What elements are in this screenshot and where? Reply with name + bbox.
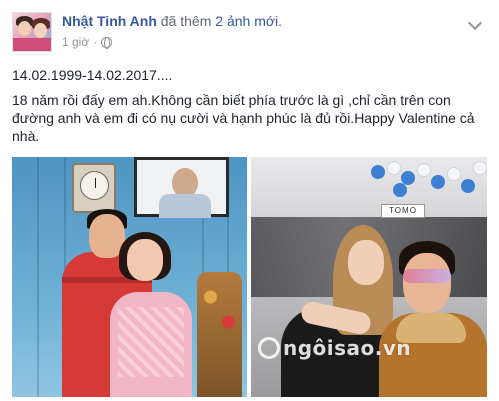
- post-header: Nhật Tinh Anh đã thêm 2 ảnh mới.: [62, 13, 282, 29]
- balloon: [431, 175, 445, 189]
- chevron-down-icon[interactable]: [467, 15, 483, 31]
- facebook-post: Nhật Tinh Anh đã thêm 2 ảnh mới. 1 giờ ·…: [0, 0, 499, 401]
- balloon: [393, 183, 407, 197]
- balloon: [387, 161, 401, 175]
- woman-face: [348, 240, 384, 285]
- wall-poster: [134, 157, 229, 218]
- post-dates-line: 14.02.1999-14.02.2017....: [12, 67, 173, 83]
- avatar-face: [18, 21, 31, 36]
- post-timestamp-link[interactable]: 1 giờ: [62, 35, 89, 49]
- meta-separator: ·: [93, 35, 98, 49]
- wall-clock: [72, 163, 116, 213]
- clock-face: [80, 171, 109, 200]
- wall-plank: [37, 157, 39, 397]
- flower-bouquet: [197, 272, 242, 397]
- clock-hand: [95, 178, 96, 188]
- watermark-text: ngôisao.vn: [283, 336, 412, 360]
- man-face: [403, 253, 451, 313]
- globe-icon[interactable]: [101, 36, 113, 49]
- sunglasses: [403, 269, 451, 283]
- watermark-logo-icon: [258, 337, 280, 359]
- woman-face: [127, 239, 163, 281]
- balloon: [473, 161, 487, 175]
- site-watermark: ngôisao.vn: [258, 336, 411, 360]
- photo-couple-1999[interactable]: [12, 157, 247, 397]
- photo-couple-2017[interactable]: TOMO: [251, 157, 487, 397]
- photos-link[interactable]: 2 ảnh mới: [215, 13, 278, 29]
- post-action-suffix: .: [278, 13, 283, 29]
- author-avatar[interactable]: [12, 12, 52, 52]
- balloon: [417, 163, 431, 177]
- balloon: [447, 167, 461, 181]
- post-meta: 1 giờ ·: [62, 35, 113, 49]
- author-name-link[interactable]: Nhật Tinh Anh: [62, 13, 157, 29]
- avatar-clothing: [13, 38, 51, 51]
- store-sign: TOMO: [381, 204, 425, 218]
- post-action-text: đã thêm: [160, 13, 212, 29]
- balloon: [371, 165, 385, 179]
- avatar-face: [34, 23, 47, 38]
- post-body-text: 18 năm rồi đấy em ah.Không cần biết phía…: [12, 92, 475, 144]
- poster-figure: [159, 194, 211, 218]
- balloon: [461, 179, 475, 193]
- dress-pattern: [118, 307, 184, 377]
